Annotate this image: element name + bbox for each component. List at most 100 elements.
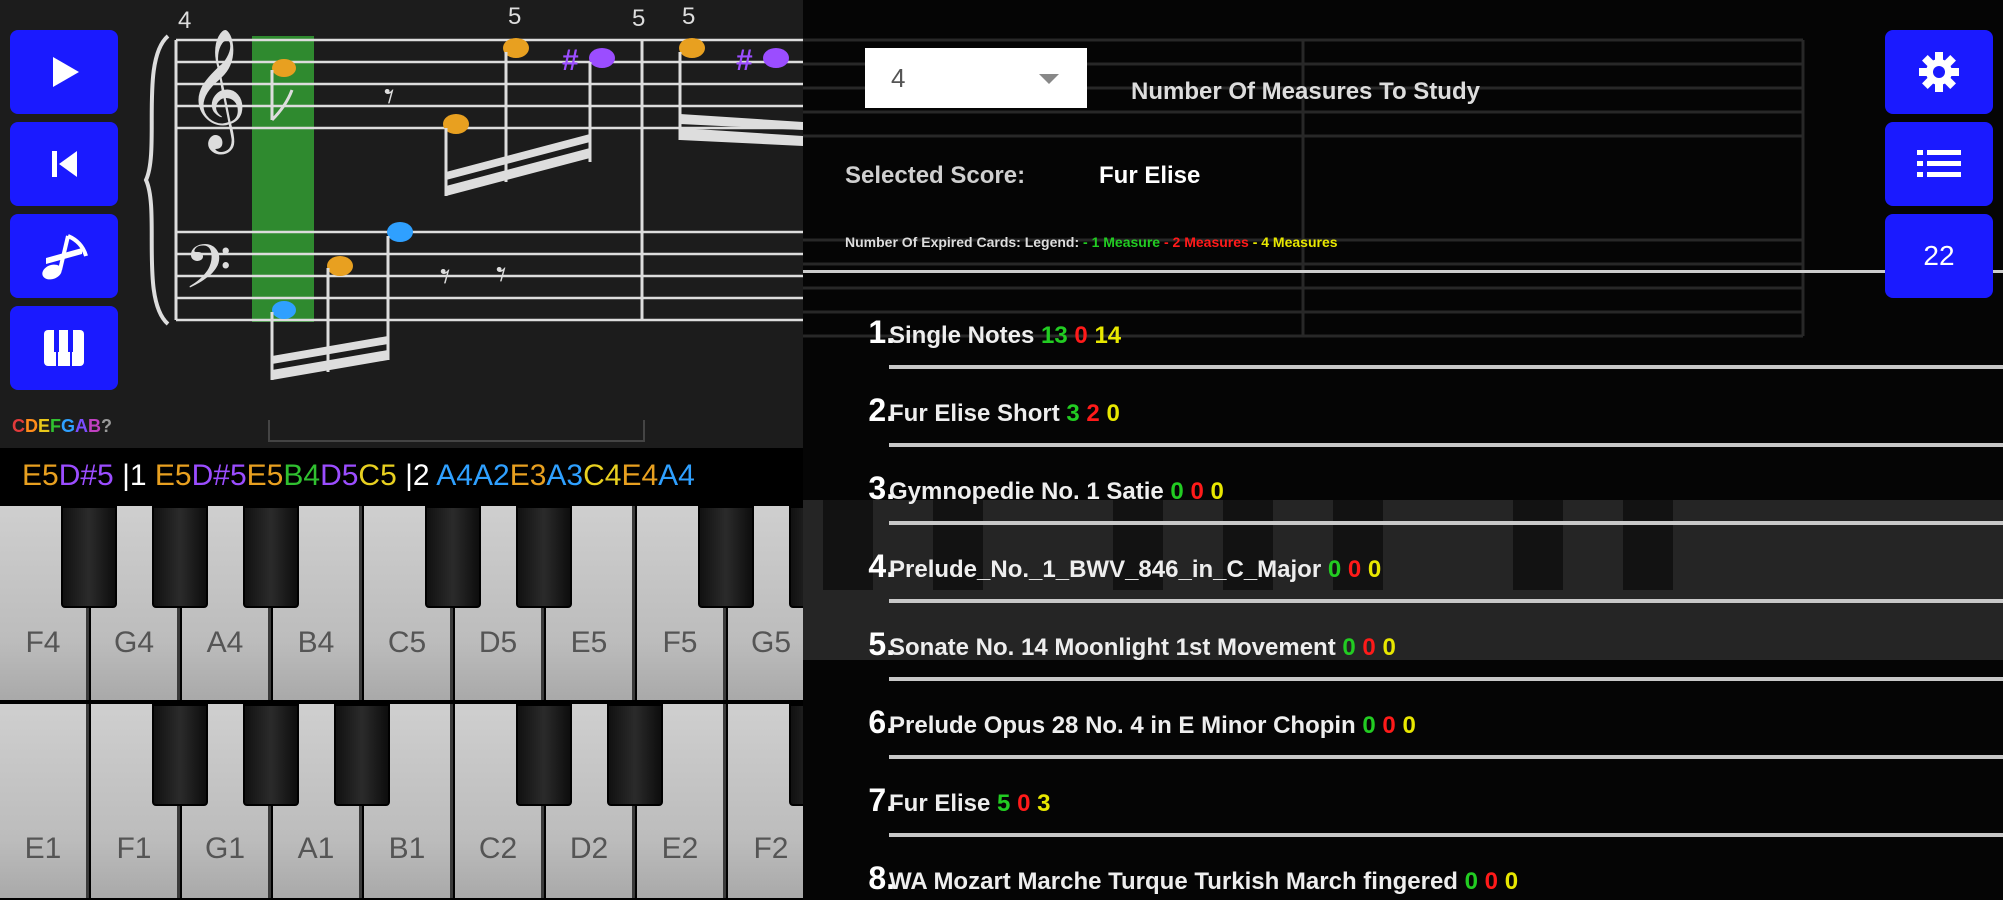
score-title: Gymnopedie No. 1 Satie	[889, 478, 1164, 505]
piano-keyboard: F4 G4 A4 B4 C5 D5 E5 F5 G5 E1 F1 G1 A1 B1 C2 D2 E2 F2	[0, 502, 803, 900]
score-divider	[889, 521, 2003, 525]
play-button[interactable]	[10, 30, 118, 114]
key-label: C2	[478, 832, 518, 865]
count-four-measures: 0	[1367, 556, 1382, 583]
key-label: E5	[570, 626, 608, 659]
count-one-measure: 3	[1066, 400, 1080, 427]
piano-row-lower: E1 F1 G1 A1 B1 C2 D2 E2 F2	[0, 704, 803, 900]
key-label: B1	[388, 832, 426, 865]
study-panel: 4 Number Of Measures To Study Selected S…	[803, 0, 2003, 900]
piano-button[interactable]	[10, 306, 118, 390]
note-token: E5	[154, 459, 192, 492]
note-letter: D	[25, 416, 38, 436]
score-item[interactable]: 3. Gymnopedie No. 1 Satie 0 0 0	[803, 464, 2003, 542]
note-token: E4	[621, 459, 659, 492]
score-item[interactable]: 2. Fur Elise Short 3 2 0	[803, 386, 2003, 464]
score-title-row: Single Notes 13 0 14	[889, 322, 1121, 350]
measure-number: 4	[178, 7, 191, 34]
note-token: A4	[658, 459, 695, 492]
black-key[interactable]	[698, 506, 754, 608]
note-token: C4	[583, 459, 622, 492]
score-item[interactable]: 6. Prelude Opus 28 No. 4 in E Minor Chopi…	[803, 698, 2003, 776]
note-token: E5	[22, 459, 59, 492]
svg-text:#: #	[736, 44, 753, 77]
black-key[interactable]	[516, 704, 572, 806]
count-one-measure: 0	[1342, 634, 1356, 661]
black-key[interactable]	[243, 704, 299, 806]
bass-clef-icon: 𝄢	[184, 232, 232, 318]
key-label: F2	[753, 832, 789, 865]
legend-four-measures: - 4 Measures	[1248, 234, 1338, 250]
note-letter: E	[38, 416, 51, 436]
note-sequence-strip: E5D#5 |1 E5D#5E5B4D5C5 |2 A4A2E3A3C4E4A4	[0, 450, 803, 502]
svg-text:𝄾: 𝄾	[384, 75, 395, 119]
score-title-row: Fur Elise Short 3 2 0	[889, 400, 1120, 428]
score-item[interactable]: 7. Fur Elise 5 0 3	[803, 776, 2003, 854]
count-four-measures: 0	[1106, 400, 1120, 427]
key-label: D5	[478, 626, 518, 659]
count-one-measure: 0	[1170, 478, 1184, 505]
note-letter: G	[61, 416, 76, 436]
black-key[interactable]	[243, 506, 299, 608]
score-item[interactable]: 4. Prelude_No._1_BWV_846_in_C_Major 0 0 0	[803, 542, 2003, 620]
score-title: Prelude Opus 28 No. 4 in E Minor Chopin	[889, 712, 1356, 739]
play-icon	[53, 57, 79, 87]
score-scrollbar[interactable]	[268, 420, 645, 442]
note-letter: F	[50, 416, 62, 436]
black-key[interactable]	[61, 506, 117, 608]
black-key[interactable]	[152, 704, 208, 806]
black-key[interactable]	[334, 704, 390, 806]
score-title: WA Mozart Marche Turque Turkish March fi…	[889, 868, 1458, 895]
current-beat-highlight	[252, 36, 314, 322]
note-token: C5	[358, 459, 397, 492]
selected-score-value: Fur Elise	[1099, 162, 1201, 189]
note-letter: A	[75, 416, 89, 436]
black-key[interactable]	[789, 506, 803, 608]
count-four-measures: 0	[1402, 712, 1416, 739]
count-four-measures: 3	[1037, 790, 1051, 817]
black-key[interactable]	[789, 704, 803, 806]
note-token: E3	[509, 459, 547, 492]
legend-one-measure: - 1 Measure	[1083, 234, 1161, 250]
score-list-button[interactable]	[1885, 122, 1993, 206]
settings-button[interactable]	[1885, 30, 1993, 114]
count-two-measures: 0	[1484, 868, 1499, 895]
note-token: A3	[546, 459, 584, 492]
legend-two-measures: - 2 Measures	[1160, 234, 1249, 250]
expired-cards-legend: Number Of Expired Cards: Legend: - 1 Mea…	[845, 234, 1338, 250]
score-item[interactable]: 5. Sonate No. 14 Moonlight 1st Movement 0…	[803, 620, 2003, 698]
count-two-measures: 0	[1074, 322, 1088, 349]
list-icon	[1917, 150, 1961, 177]
count-two-measures: 0	[1382, 712, 1396, 739]
white-key[interactable]: E1	[0, 704, 89, 898]
count-one-measure: 0	[1327, 556, 1342, 583]
note-letter: C	[12, 416, 25, 436]
black-key[interactable]	[425, 506, 481, 608]
score-divider	[889, 755, 2003, 759]
key-label: F4	[25, 626, 61, 659]
skip-back-button[interactable]	[10, 122, 118, 206]
note-letter: B	[88, 416, 102, 436]
score-item[interactable]: 8. WA Mozart Marche Turque Turkish March …	[803, 854, 2003, 900]
score-divider	[889, 677, 2003, 681]
score-title: Fur Elise Short	[889, 400, 1060, 427]
count-one-measure: 0	[1362, 712, 1376, 739]
score-title: Single Notes	[889, 322, 1035, 349]
black-key[interactable]	[152, 506, 208, 608]
score-divider	[889, 833, 2003, 837]
divider	[803, 270, 2003, 273]
note-token: D5	[320, 459, 359, 492]
measures-dropdown[interactable]: 4	[865, 48, 1087, 108]
black-key[interactable]	[516, 506, 572, 608]
key-label: D2	[569, 832, 609, 865]
note-token: A2	[472, 459, 510, 492]
count-button[interactable]: 22	[1885, 214, 1993, 298]
black-key[interactable]	[607, 704, 663, 806]
key-label: G5	[750, 626, 792, 659]
score-view: 𝄞 𝄢 4 5 5 5 𝄾 # # 𝄾 𝄾 CDEFGAB?	[0, 0, 803, 448]
chevron-down-icon	[1039, 74, 1059, 84]
measure-number: 5	[632, 5, 645, 32]
score-item[interactable]: 1. Single Notes 13 0 14	[803, 308, 2003, 386]
note-mode-button[interactable]	[10, 214, 118, 298]
brace	[143, 34, 170, 326]
